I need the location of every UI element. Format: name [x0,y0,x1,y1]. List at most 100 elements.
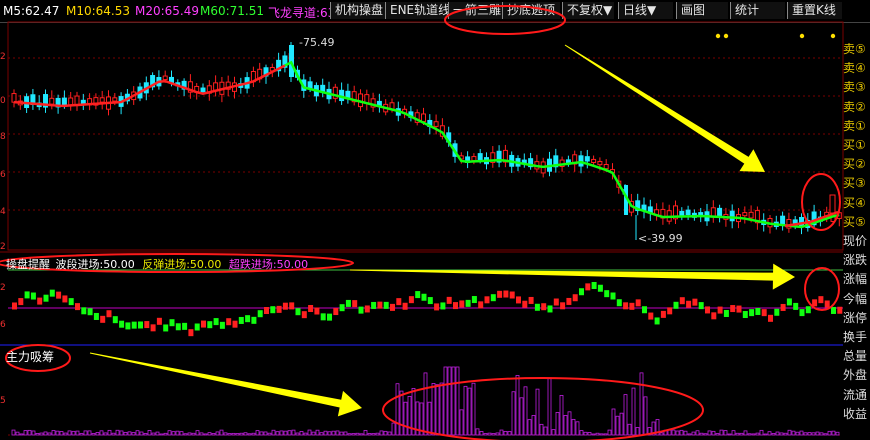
indicator1-bar [591,282,597,289]
indicator2-bar [11,429,16,436]
indicator2-bar [39,432,44,436]
indicator2-bar [251,432,256,436]
indicator2-bar [67,430,72,436]
candle-body [748,211,754,219]
indicator2-bar [115,429,120,436]
indicator1-bar [169,319,175,327]
indicator2-bar [779,432,784,436]
candle-body [477,153,483,161]
indicator1-bar [453,302,458,310]
candle-body [591,158,597,164]
indicator2-bar [519,397,524,436]
indicator2-bar [231,432,236,436]
price-low-label: <-39.99 [638,232,683,245]
indicator2-bar [707,430,712,436]
annotation-ellipse [804,267,840,311]
indicator2-bar [807,432,812,436]
indicator2-bar [755,432,760,436]
indicator2-name: 主力吸筹 [6,350,55,364]
indicator1-bar [471,296,477,304]
indicator2-bar [371,433,376,436]
candle-body [685,209,691,216]
indicator2-bar [827,430,832,436]
indicator2-bar [803,432,808,436]
indicator2-bar [607,429,612,436]
indicator2-bar [463,385,468,436]
indicator2-bar [563,415,568,436]
indicator2-bar [27,429,32,436]
indicator2-bar [95,432,100,436]
indicator2-bar [287,430,292,436]
indicator2-bar [599,433,604,436]
indicator1-bar [219,321,225,329]
indicator1-bar [131,321,137,329]
indicator1-bar [642,306,647,314]
candle-body [61,97,67,106]
indicator2-bar [391,422,396,436]
indicator2-bar [111,432,116,436]
indicator2-bar [55,430,60,436]
indicator2-bar [523,386,528,436]
indicator1-bar [547,305,553,313]
indicator1-bar [553,298,559,306]
candle-body [829,194,836,214]
indicator1-bar [24,291,30,299]
candle-body [471,156,477,161]
indicator2-bar [51,430,56,436]
indicator1-bar [667,307,673,315]
indicator1-bar [648,312,654,320]
indicator2-bar [403,401,408,436]
indicator1-bar [831,306,836,314]
indicator1-bar [276,305,282,313]
indicator2-bar [715,433,720,436]
indicator1-bar [786,298,792,306]
indicator1-bar [805,306,811,314]
indicator2-bar [511,391,516,436]
indicator1-item: 超跌进场:50.00 [228,258,309,271]
indicator2-bar [159,433,164,436]
candle-body [49,97,55,105]
sidebar-item: 买② [843,157,866,172]
indicator2-bar [495,432,500,436]
indicator2-bar [259,431,264,436]
indicator1-bar [245,315,251,323]
indicator2-legend: 主力吸筹 [6,348,54,365]
indicator1-bar [673,301,679,309]
indicator1-bar [534,303,540,311]
sidebar-item: 卖④ [843,61,866,76]
candle-body [112,97,118,102]
indicator2-bar [719,429,724,436]
indicator2-bar [207,432,212,436]
indicator1-bar [434,303,440,311]
indicator1-bar [755,307,761,315]
indicator2-bar [275,431,280,436]
indicator1-bar [251,316,257,324]
indicator2-bar [367,433,372,436]
indicator1-bar [43,294,49,302]
indicator2-bar [631,387,636,436]
indicator2-bar [595,432,600,436]
candle-body [433,121,439,127]
indicator1-bar [402,302,408,310]
indicator2-bar [503,430,508,436]
indicator2-bar [143,433,148,436]
indicator1-bar [194,323,200,331]
sidebar-item: 外盘 [843,368,868,383]
sidebar-item: 买① [843,138,866,152]
indicator1-bar [635,299,641,307]
indicator2-bar [643,396,648,436]
indicator2-bar [423,372,428,436]
indicator2-bar [139,431,144,436]
indicator1-legend: 操盘提醒 波段进场:50.00 反弹进场:50.00 超跌进场:50.00 [6,256,308,272]
indicator2-bar [627,423,632,436]
indicator2-bar [799,430,804,436]
indicator1-bar [93,312,99,320]
indicator2-bar [239,432,244,436]
indicator1-item: 反弹进场:50.00 [142,258,222,271]
chart-canvas[interactable] [0,0,870,440]
indicator2-bar [187,432,192,436]
indicator2-bar [507,431,512,436]
sidebar-item: 买③ [843,176,866,191]
indicator1-bar [465,299,471,307]
indicator1-bar [723,309,729,317]
